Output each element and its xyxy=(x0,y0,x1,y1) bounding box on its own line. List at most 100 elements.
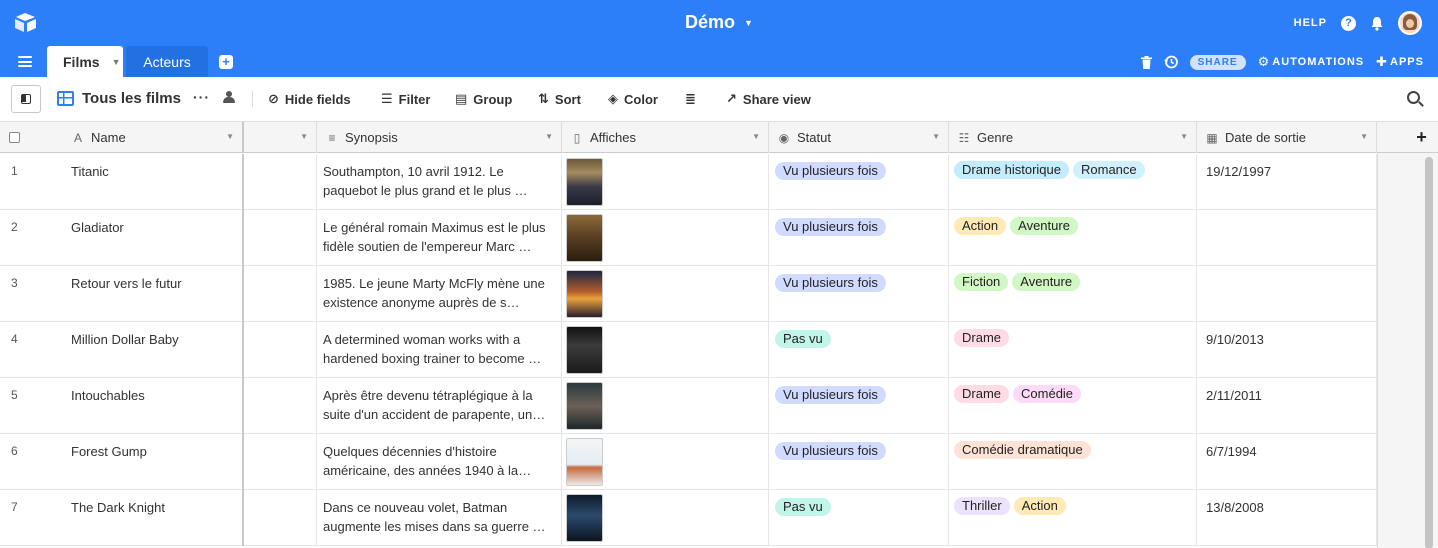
cell-genre[interactable]: Drame historique Romance xyxy=(949,154,1197,210)
cell-blank[interactable] xyxy=(244,322,317,378)
cell-affiches[interactable] xyxy=(562,434,769,490)
cell-statut[interactable]: Pas vu xyxy=(769,490,949,546)
search-icon[interactable] xyxy=(1407,91,1420,104)
table-row[interactable]: 3 Retour vers le futur 1985. Le jeune Mar… xyxy=(0,266,1438,322)
chevron-down-icon[interactable]: ▼ xyxy=(1180,132,1188,141)
cell-date[interactable] xyxy=(1197,266,1377,322)
cell-genre[interactable]: Thriller Action xyxy=(949,490,1197,546)
share-view-button[interactable]: ↗ Share view xyxy=(726,91,811,107)
cell-statut[interactable]: Vu plusieurs fois xyxy=(769,434,949,490)
poster-thumbnail[interactable] xyxy=(566,158,603,206)
cell-blank[interactable] xyxy=(244,378,317,434)
chevron-down-icon[interactable]: ▼ xyxy=(545,132,553,141)
cell-genre[interactable]: Comédie dramatique xyxy=(949,434,1197,490)
add-table-button[interactable]: + xyxy=(219,55,233,69)
cell-name[interactable]: Forest Gump xyxy=(63,434,244,490)
column-header-synopsis[interactable]: ≡ Synopsis ▼ xyxy=(317,122,562,153)
sort-button[interactable]: ⇅ Sort xyxy=(538,91,581,107)
chevron-down-icon[interactable]: ▼ xyxy=(1360,132,1368,141)
cell-synopsis[interactable]: A determined woman works with a hardened… xyxy=(317,322,562,378)
add-field-button[interactable]: + xyxy=(1377,122,1438,153)
sidebar-toggle-button[interactable] xyxy=(11,85,41,113)
cell-date[interactable]: 19/12/1997 xyxy=(1197,154,1377,210)
table-row[interactable]: 4 Million Dollar Baby A determined woman w… xyxy=(0,322,1438,378)
cell-date[interactable] xyxy=(1197,210,1377,266)
cell-name[interactable]: Gladiator xyxy=(63,210,244,266)
cell-affiches[interactable] xyxy=(562,266,769,322)
table-row[interactable]: 5 Intouchables Après être devenu tétraplég… xyxy=(0,378,1438,434)
airtable-logo-icon[interactable] xyxy=(14,12,38,34)
cell-name[interactable]: Million Dollar Baby xyxy=(63,322,244,378)
group-button[interactable]: ▤ Group xyxy=(455,91,512,107)
menu-icon[interactable] xyxy=(18,56,32,67)
cell-name[interactable]: Titanic xyxy=(63,154,244,210)
cell-date[interactable]: 2/11/2011 xyxy=(1197,378,1377,434)
cell-synopsis[interactable]: Dans ce nouveau volet, Batman augmente l… xyxy=(317,490,562,546)
bell-icon[interactable] xyxy=(1370,16,1384,31)
automations-button[interactable]: ⚙ AUTOMATIONS xyxy=(1258,54,1365,70)
column-header-name[interactable]: A Name ▼ xyxy=(63,122,244,153)
poster-thumbnail[interactable] xyxy=(566,270,603,318)
cell-statut[interactable]: Vu plusieurs fois xyxy=(769,154,949,210)
cell-statut[interactable]: Vu plusieurs fois xyxy=(769,378,949,434)
cell-statut[interactable]: Vu plusieurs fois xyxy=(769,266,949,322)
share-button[interactable]: SHARE xyxy=(1189,54,1246,70)
poster-thumbnail[interactable] xyxy=(566,214,603,262)
base-title-label[interactable]: Démo xyxy=(685,12,735,32)
chevron-down-icon[interactable]: ▼ xyxy=(112,57,121,67)
poster-thumbnail[interactable] xyxy=(566,494,603,542)
cell-name[interactable]: The Dark Knight xyxy=(63,490,244,546)
history-icon[interactable] xyxy=(1163,55,1178,69)
view-switcher[interactable]: Tous les films xyxy=(57,90,181,107)
cell-synopsis[interactable]: Après être devenu tétraplégique à la sui… xyxy=(317,378,562,434)
cell-name[interactable]: Retour vers le futur xyxy=(63,266,244,322)
cell-affiches[interactable] xyxy=(562,378,769,434)
chevron-down-icon[interactable]: ▼ xyxy=(300,132,308,141)
cell-affiches[interactable] xyxy=(562,154,769,210)
cell-synopsis[interactable]: Quelques décennies d'histoire américaine… xyxy=(317,434,562,490)
help-icon[interactable]: ? xyxy=(1341,15,1356,31)
chevron-down-icon[interactable]: ▼ xyxy=(744,18,753,28)
trash-icon[interactable] xyxy=(1140,55,1152,69)
cell-synopsis[interactable]: Le général romain Maximus est le plus fi… xyxy=(317,210,562,266)
column-header-genre[interactable]: ☷ Genre ▼ xyxy=(949,122,1197,153)
select-all-checkbox[interactable] xyxy=(9,132,20,143)
row-height-button[interactable]: ≣ xyxy=(685,91,696,107)
collaborators-icon[interactable] xyxy=(221,91,238,103)
cell-affiches[interactable] xyxy=(562,210,769,266)
more-icon[interactable]: ··· xyxy=(193,89,210,105)
cell-statut[interactable]: Vu plusieurs fois xyxy=(769,210,949,266)
table-row[interactable]: 7 The Dark Knight Dans ce nouveau volet, B… xyxy=(0,490,1438,546)
column-header-statut[interactable]: ◉ Statut ▼ xyxy=(769,122,949,153)
poster-thumbnail[interactable] xyxy=(566,382,603,430)
avatar[interactable] xyxy=(1398,11,1422,35)
vertical-scrollbar[interactable] xyxy=(1425,157,1433,548)
column-header-date[interactable]: ▦ Date de sortie ▼ xyxy=(1197,122,1377,153)
tab-acteurs[interactable]: Acteurs xyxy=(126,46,208,77)
column-header-blank[interactable]: ▼ xyxy=(244,122,317,153)
table-row[interactable]: 1 Titanic Southampton, 10 avril 1912. Le p… xyxy=(0,154,1438,210)
chevron-down-icon[interactable]: ▼ xyxy=(752,132,760,141)
cell-blank[interactable] xyxy=(244,154,317,210)
cell-genre[interactable]: Action Aventure xyxy=(949,210,1197,266)
cell-genre[interactable]: Drame Comédie xyxy=(949,378,1197,434)
cell-date[interactable]: 6/7/1994 xyxy=(1197,434,1377,490)
table-row[interactable]: 6 Forest Gump Quelques décennies d'histoir… xyxy=(0,434,1438,490)
cell-date[interactable]: 13/8/2008 xyxy=(1197,490,1377,546)
cell-affiches[interactable] xyxy=(562,322,769,378)
table-row[interactable]: 2 Gladiator Le général romain Maximus est … xyxy=(0,210,1438,266)
cell-affiches[interactable] xyxy=(562,490,769,546)
cell-synopsis[interactable]: 1985. Le jeune Marty McFly mène une exis… xyxy=(317,266,562,322)
hide-fields-button[interactable]: ⊘ Hide fields xyxy=(268,91,351,107)
apps-button[interactable]: ✚ APPS xyxy=(1376,54,1424,70)
tab-films[interactable]: Films ▼ xyxy=(47,46,123,77)
cell-statut[interactable]: Pas vu xyxy=(769,322,949,378)
cell-genre[interactable]: Fiction Aventure xyxy=(949,266,1197,322)
help-link[interactable]: HELP xyxy=(1294,17,1327,29)
cell-genre[interactable]: Drame xyxy=(949,322,1197,378)
column-header-affiches[interactable]: ▯ Affiches ▼ xyxy=(562,122,769,153)
cell-blank[interactable] xyxy=(244,266,317,322)
cell-blank[interactable] xyxy=(244,210,317,266)
cell-blank[interactable] xyxy=(244,490,317,546)
filter-button[interactable]: ☰ Filter xyxy=(381,91,430,107)
